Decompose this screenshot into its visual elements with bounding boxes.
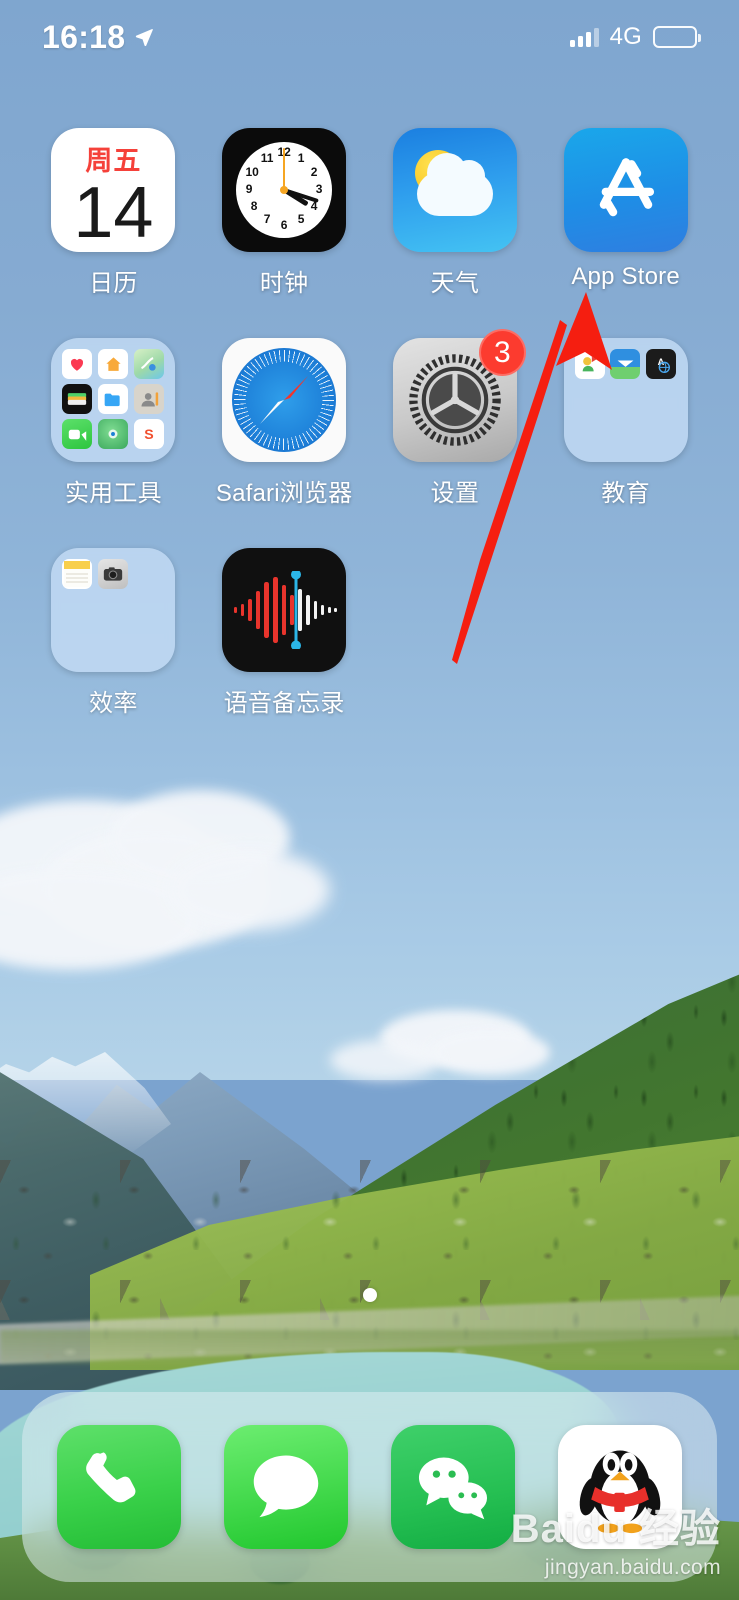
files-icon xyxy=(98,384,129,414)
speech-bubble-glyph xyxy=(253,1455,319,1518)
utilities-folder-wrap[interactable]: S xyxy=(51,338,176,462)
waveform-glyph xyxy=(234,571,338,649)
watermark: Baidu 经验 jingyan.baidu.com xyxy=(511,1496,721,1580)
contacts-icon xyxy=(133,384,164,414)
status-bar: 16:18 4G xyxy=(0,0,739,74)
app-label-voice-memos: 语音备忘录 xyxy=(223,690,345,717)
app-icon-app-store[interactable]: App Store xyxy=(540,128,711,298)
wechat-bubbles-glyph xyxy=(418,1457,487,1520)
app-label-utilities: 实用工具 xyxy=(64,480,162,507)
camera-icon xyxy=(98,559,129,589)
safari-icon[interactable] xyxy=(222,338,347,462)
clock-icon[interactable]: 12 1 2 3 4 5 6 7 8 9 10 11 xyxy=(222,128,347,252)
app-store-a-glyph xyxy=(599,158,654,217)
watermark-sub-text: jingyan.baidu.com xyxy=(544,1556,721,1579)
weather-icon-wrap[interactable] xyxy=(392,128,517,252)
find-my-icon xyxy=(98,419,129,449)
app-icon-safari[interactable]: Safari浏览器 xyxy=(199,338,370,508)
clock-icon-wrap[interactable]: 12 1 2 3 4 5 6 7 8 9 10 11 xyxy=(222,128,347,252)
voice-memos-icon[interactable] xyxy=(222,548,347,672)
status-bar-right: 4G xyxy=(569,23,701,51)
wallpaper-cloud xyxy=(330,1040,440,1080)
calendar-icon[interactable]: 周五 14 xyxy=(51,128,176,252)
messages-icon[interactable] xyxy=(224,1425,349,1549)
status-badge: 3 xyxy=(478,329,526,376)
app-label-clock: 时钟 xyxy=(259,270,309,297)
wallet-icon xyxy=(62,384,93,414)
app-label-app-store: App Store xyxy=(571,263,680,290)
app-store-icon[interactable] xyxy=(563,128,688,252)
facetime-icon xyxy=(62,419,93,449)
app-label-calendar: 日历 xyxy=(89,270,138,297)
wallpaper-cloud xyxy=(430,1030,550,1075)
app-icon-calendar[interactable]: 周五 14 日历 xyxy=(28,128,199,298)
app-store-icon-wrap[interactable] xyxy=(563,128,688,252)
page-indicator[interactable] xyxy=(0,1288,739,1302)
phone-icon[interactable] xyxy=(57,1425,182,1549)
wechat-icon[interactable] xyxy=(390,1425,515,1549)
safari-icon-wrap[interactable] xyxy=(222,338,347,462)
wallpaper-cloud xyxy=(170,850,330,930)
clock-face: 12 1 2 3 4 5 6 7 8 9 10 11 xyxy=(236,142,333,238)
clock-second-hand xyxy=(283,148,286,190)
kids-learning-icon xyxy=(574,349,605,379)
network-type-label: 4G xyxy=(609,23,642,50)
home-screen-grid: 周五 14 日历 12 1 2 3 4 5 6 7 8 9 10 xyxy=(0,128,739,718)
productivity-folder-wrap[interactable] xyxy=(51,548,176,672)
signal-bars-icon xyxy=(569,27,599,47)
education-folder-wrap[interactable]: A xyxy=(563,338,688,462)
svg-text:S: S xyxy=(144,427,153,443)
folder-icon[interactable]: S xyxy=(51,338,176,462)
calendar-icon-wrap[interactable]: 周五 14 xyxy=(51,128,176,252)
battery-icon xyxy=(653,26,701,48)
app-label-productivity: 效率 xyxy=(89,690,138,717)
folder-icon[interactable]: A xyxy=(563,338,688,462)
location-arrow-icon xyxy=(136,29,154,47)
app-label-weather: 天气 xyxy=(430,270,480,297)
watermark-main-text: Baidu 经验 xyxy=(510,1507,721,1551)
app-label-settings: 设置 xyxy=(430,480,480,507)
calendar-day-number: 14 xyxy=(73,173,154,252)
sogou-icon: S xyxy=(133,419,164,449)
page-dot-active[interactable] xyxy=(362,1288,377,1302)
phone-handset-glyph xyxy=(86,1452,136,1503)
weather-icon[interactable] xyxy=(392,128,517,252)
status-bar-left: 16:18 xyxy=(42,19,154,56)
safari-needle xyxy=(260,376,309,424)
folder-icon[interactable] xyxy=(51,548,176,672)
settings-icon-wrap[interactable]: 3 xyxy=(392,329,526,462)
folder-utilities[interactable]: S 实用工具 xyxy=(28,338,199,508)
cloud-icon xyxy=(416,153,493,216)
maps-icon xyxy=(133,349,164,379)
app-icon-settings[interactable]: 3 设置 xyxy=(370,329,541,508)
folder-productivity[interactable]: 效率 xyxy=(28,548,199,718)
status-bar-time: 16:18 xyxy=(42,18,126,55)
app-icon-clock[interactable]: 12 1 2 3 4 5 6 7 8 9 10 11 xyxy=(199,128,370,298)
app-label-education: 教育 xyxy=(601,480,650,507)
translate-icon: A xyxy=(645,349,676,379)
home-icon xyxy=(98,349,129,379)
safari-compass-dial xyxy=(232,348,337,452)
health-icon xyxy=(62,349,93,379)
notes-icon xyxy=(62,559,93,589)
folder-education[interactable]: A 教育 xyxy=(540,338,711,508)
voice-memos-icon-wrap[interactable] xyxy=(222,548,347,672)
app-icon-voice-memos[interactable]: 语音备忘录 xyxy=(199,548,370,718)
app-icon-weather[interactable]: 天气 xyxy=(370,128,541,298)
app-label-safari: Safari浏览器 xyxy=(215,480,353,507)
mail-study-icon xyxy=(610,349,641,379)
